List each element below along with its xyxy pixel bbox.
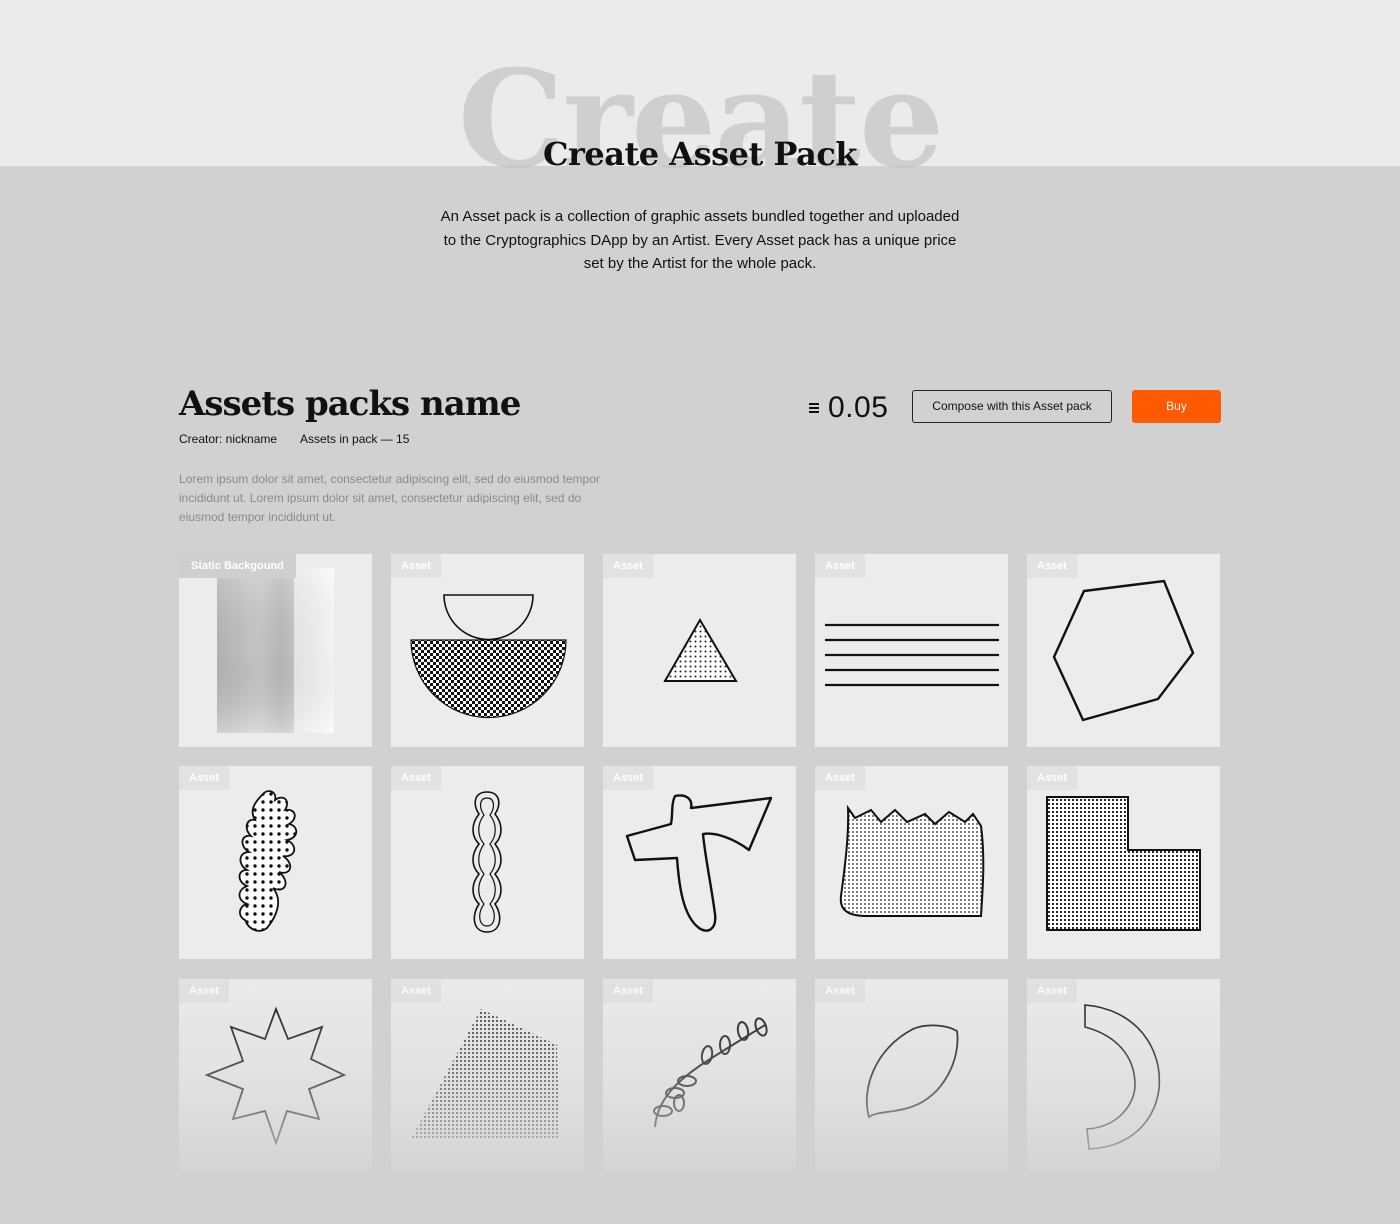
triangle-icon xyxy=(663,618,738,682)
asset-tile[interactable]: Asset xyxy=(603,554,796,747)
branch-icon xyxy=(653,1017,768,1128)
hexagon-icon xyxy=(1052,579,1195,722)
l-shape-icon xyxy=(1046,796,1201,931)
asset-tile[interactable]: Asset xyxy=(1027,979,1220,1172)
pack-price: 0.05 xyxy=(808,390,888,426)
static-background-texture-icon xyxy=(217,568,334,733)
asset-tile[interactable]: Asset xyxy=(1027,554,1220,747)
asset-type-badge: Asset xyxy=(815,766,865,790)
arc-icon xyxy=(1084,1004,1161,1150)
asset-tile[interactable]: Asset xyxy=(179,979,372,1172)
pack-name: Assets packs name xyxy=(179,384,521,424)
asset-tile[interactable]: Asset xyxy=(179,766,372,959)
buy-button[interactable]: Buy xyxy=(1132,390,1221,423)
asset-type-badge: Static Backgound xyxy=(179,554,296,578)
eth-icon xyxy=(808,401,820,415)
page-title: Create Asset Pack xyxy=(543,135,857,173)
asset-type-badge: Asset xyxy=(391,979,441,1003)
dotted-quad-icon xyxy=(411,1009,559,1139)
intro-text: An Asset pack is a collection of graphic… xyxy=(440,208,960,272)
asset-tile[interactable]: Asset xyxy=(815,979,1008,1172)
asset-type-badge: Asset xyxy=(179,979,229,1003)
asset-tile[interactable]: Asset xyxy=(603,766,796,959)
star-icon xyxy=(204,1006,347,1146)
asset-type-badge: Asset xyxy=(1027,979,1077,1003)
asset-type-badge: Asset xyxy=(391,766,441,790)
asset-type-badge: Asset xyxy=(815,554,865,578)
pack-description: Lorem ipsum dolor sit amet, consectetur … xyxy=(179,472,600,524)
horizontal-lines-icon xyxy=(825,623,999,687)
asset-type-badge: Asset xyxy=(603,979,653,1003)
asset-type-badge: Asset xyxy=(603,766,653,790)
asset-tile[interactable]: Asset xyxy=(391,766,584,959)
asset-tile[interactable]: Asset xyxy=(1027,766,1220,959)
asset-type-badge: Asset xyxy=(603,554,653,578)
asset-type-badge: Asset xyxy=(179,766,229,790)
asset-type-badge: Asset xyxy=(391,554,441,578)
price-value: 0.05 xyxy=(828,391,889,424)
asset-tile[interactable]: Asset xyxy=(391,554,584,747)
asset-type-badge: Asset xyxy=(1027,554,1077,578)
asset-type-badge: Asset xyxy=(1027,766,1077,790)
axe-icon xyxy=(625,794,773,932)
asset-tile[interactable]: Asset xyxy=(603,979,796,1172)
compose-button[interactable]: Compose with this Asset pack xyxy=(912,390,1112,423)
bowl-semicircle-icon xyxy=(410,594,567,719)
leaf-icon xyxy=(865,1024,959,1119)
asset-tile[interactable]: Asset xyxy=(815,766,1008,959)
asset-tile[interactable]: Static Backgound xyxy=(179,554,372,747)
asset-tile[interactable]: Asset xyxy=(815,554,1008,747)
asset-tile[interactable]: Asset xyxy=(391,979,584,1172)
wavy-loop-icon xyxy=(472,791,502,933)
pack-creator[interactable]: Creator: nickname xyxy=(179,431,277,447)
torn-paper-icon xyxy=(839,804,985,917)
asset-type-badge: Asset xyxy=(815,979,865,1003)
leaf-blob-icon xyxy=(238,790,298,932)
pack-asset-count: Assets in pack — 15 xyxy=(300,432,410,446)
